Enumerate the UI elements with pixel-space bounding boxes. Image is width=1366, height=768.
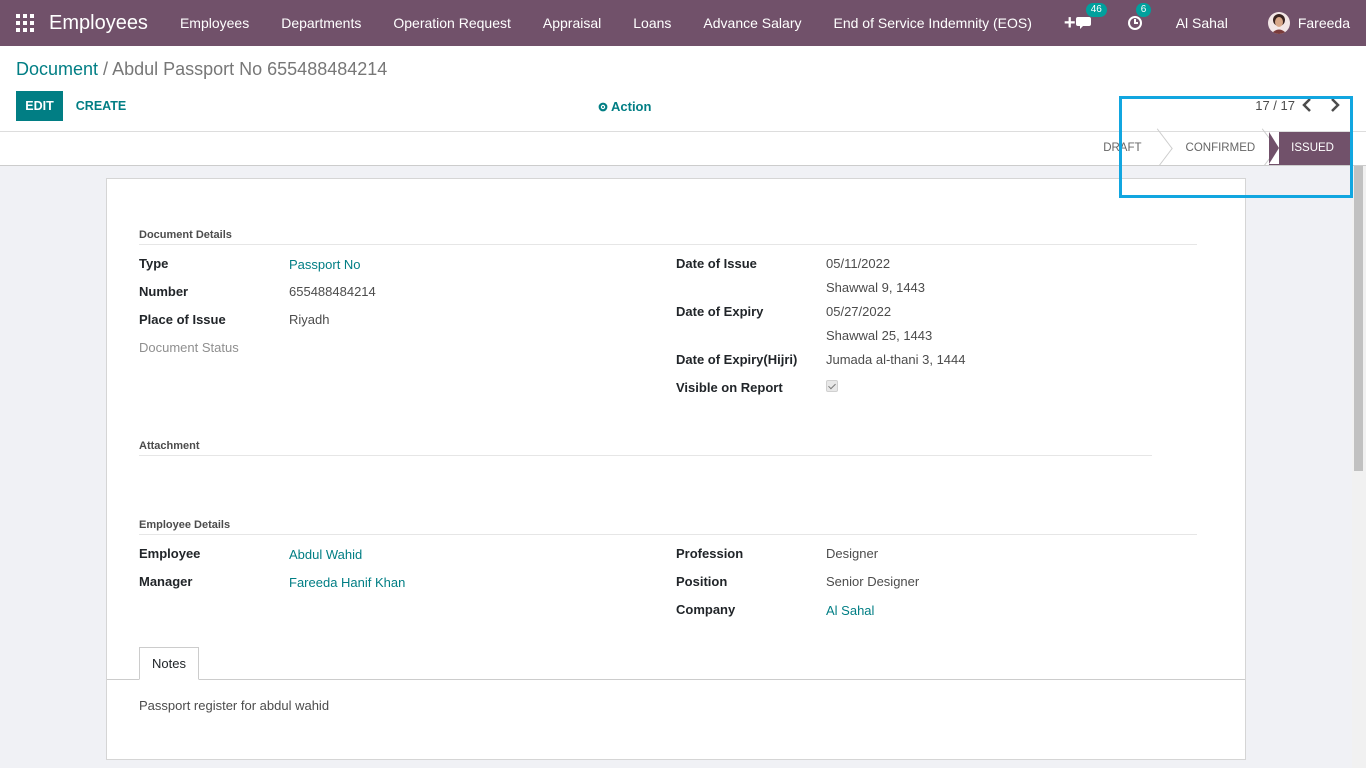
tab-notes[interactable]: Notes bbox=[139, 647, 199, 680]
app-title[interactable]: Employees bbox=[49, 12, 148, 35]
number-value: 655488484214 bbox=[289, 284, 376, 299]
employee-label: Employee bbox=[139, 546, 201, 561]
apps-menu-icon[interactable] bbox=[16, 14, 34, 32]
profession-value: Designer bbox=[826, 546, 879, 561]
activities-count-badge: 6 bbox=[1135, 3, 1152, 17]
activities-clock-icon[interactable]: 6 bbox=[1126, 3, 1152, 33]
date-of-issue-label: Date of Issue bbox=[676, 256, 757, 271]
menu-item-eos[interactable]: End of Service Indemnity (EOS) bbox=[817, 0, 1047, 46]
edit-button[interactable]: EDIT bbox=[16, 91, 63, 121]
document-status-label: Document Status bbox=[139, 340, 239, 355]
user-menu[interactable]: Fareeda bbox=[1267, 12, 1350, 34]
messages-count-badge: 46 bbox=[1085, 3, 1107, 17]
number-label: Number bbox=[139, 284, 189, 299]
company-switcher[interactable]: Al Sahal bbox=[1176, 15, 1228, 31]
date-of-issue-hijri: Shawwal 9, 1443 bbox=[826, 280, 926, 295]
place-of-issue-value: Riyadh bbox=[289, 312, 330, 327]
scrollbar-thumb[interactable] bbox=[1354, 166, 1363, 471]
systray: 46 6 Al Sahal Fareeda bbox=[1075, 0, 1366, 46]
menu-item-employees[interactable]: Employees bbox=[164, 0, 265, 46]
date-of-expiry-value: 05/27/2022 bbox=[826, 304, 892, 319]
company-label: Company bbox=[676, 602, 736, 617]
employee-value-link[interactable]: Abdul Wahid bbox=[289, 547, 362, 562]
expiry-hijri-value: Jumada al-thani 3, 1444 bbox=[826, 352, 966, 367]
top-navbar: Employees Employees Departments Operatio… bbox=[0, 0, 1366, 46]
section-divider bbox=[139, 534, 1197, 535]
place-of-issue-label: Place of Issue bbox=[139, 312, 226, 327]
action-label: Action bbox=[611, 99, 652, 114]
notes-text: Passport register for abdul wahid bbox=[139, 698, 330, 713]
section-document-details: Document Details bbox=[139, 229, 232, 241]
visible-on-report-label: Visible on Report bbox=[676, 380, 783, 395]
menu-item-advance-salary[interactable]: Advance Salary bbox=[687, 0, 817, 46]
date-of-expiry-hijri: Shawwal 25, 1443 bbox=[826, 328, 933, 343]
type-label: Type bbox=[139, 256, 169, 271]
company-value-link[interactable]: Al Sahal bbox=[826, 603, 874, 618]
type-value-link[interactable]: Passport No bbox=[289, 257, 361, 272]
tab-divider bbox=[107, 679, 1245, 680]
date-of-expiry-label: Date of Expiry bbox=[676, 304, 764, 319]
highlight-box bbox=[1119, 96, 1353, 198]
messages-icon[interactable]: 46 bbox=[1075, 3, 1107, 33]
section-employee-details: Employee Details bbox=[139, 519, 231, 531]
main-menu: Employees Departments Operation Request … bbox=[164, 0, 1092, 46]
create-button[interactable]: CREATE bbox=[70, 91, 132, 121]
user-name: Fareeda bbox=[1297, 15, 1350, 31]
section-divider bbox=[139, 455, 1152, 456]
position-label: Position bbox=[676, 574, 728, 589]
visible-on-report-checkbox[interactable] bbox=[826, 380, 838, 392]
position-value: Senior Designer bbox=[826, 574, 920, 589]
menu-item-loans[interactable]: Loans bbox=[617, 0, 687, 46]
breadcrumb: Document / Abdul Passport No 65548848421… bbox=[16, 59, 387, 80]
section-divider bbox=[139, 244, 1197, 245]
breadcrumb-current: Abdul Passport No 655488484214 bbox=[112, 59, 388, 79]
expiry-hijri-label: Date of Expiry(Hijri) bbox=[676, 352, 798, 367]
action-dropdown[interactable]: Action bbox=[598, 99, 651, 114]
user-avatar bbox=[1267, 12, 1290, 34]
manager-label: Manager bbox=[139, 574, 193, 589]
menu-item-departments[interactable]: Departments bbox=[265, 0, 377, 46]
manager-value-link[interactable]: Fareeda Hanif Khan bbox=[289, 575, 405, 590]
menu-item-appraisal[interactable]: Appraisal bbox=[527, 0, 617, 46]
breadcrumb-separator: / bbox=[98, 59, 113, 79]
section-attachment: Attachment bbox=[139, 440, 200, 452]
menu-item-operation-request[interactable]: Operation Request bbox=[377, 0, 527, 46]
date-of-issue-value: 05/11/2022 bbox=[826, 256, 891, 271]
profession-label: Profession bbox=[676, 546, 744, 561]
gear-icon bbox=[598, 102, 608, 111]
breadcrumb-document-link[interactable]: Document bbox=[16, 59, 98, 79]
